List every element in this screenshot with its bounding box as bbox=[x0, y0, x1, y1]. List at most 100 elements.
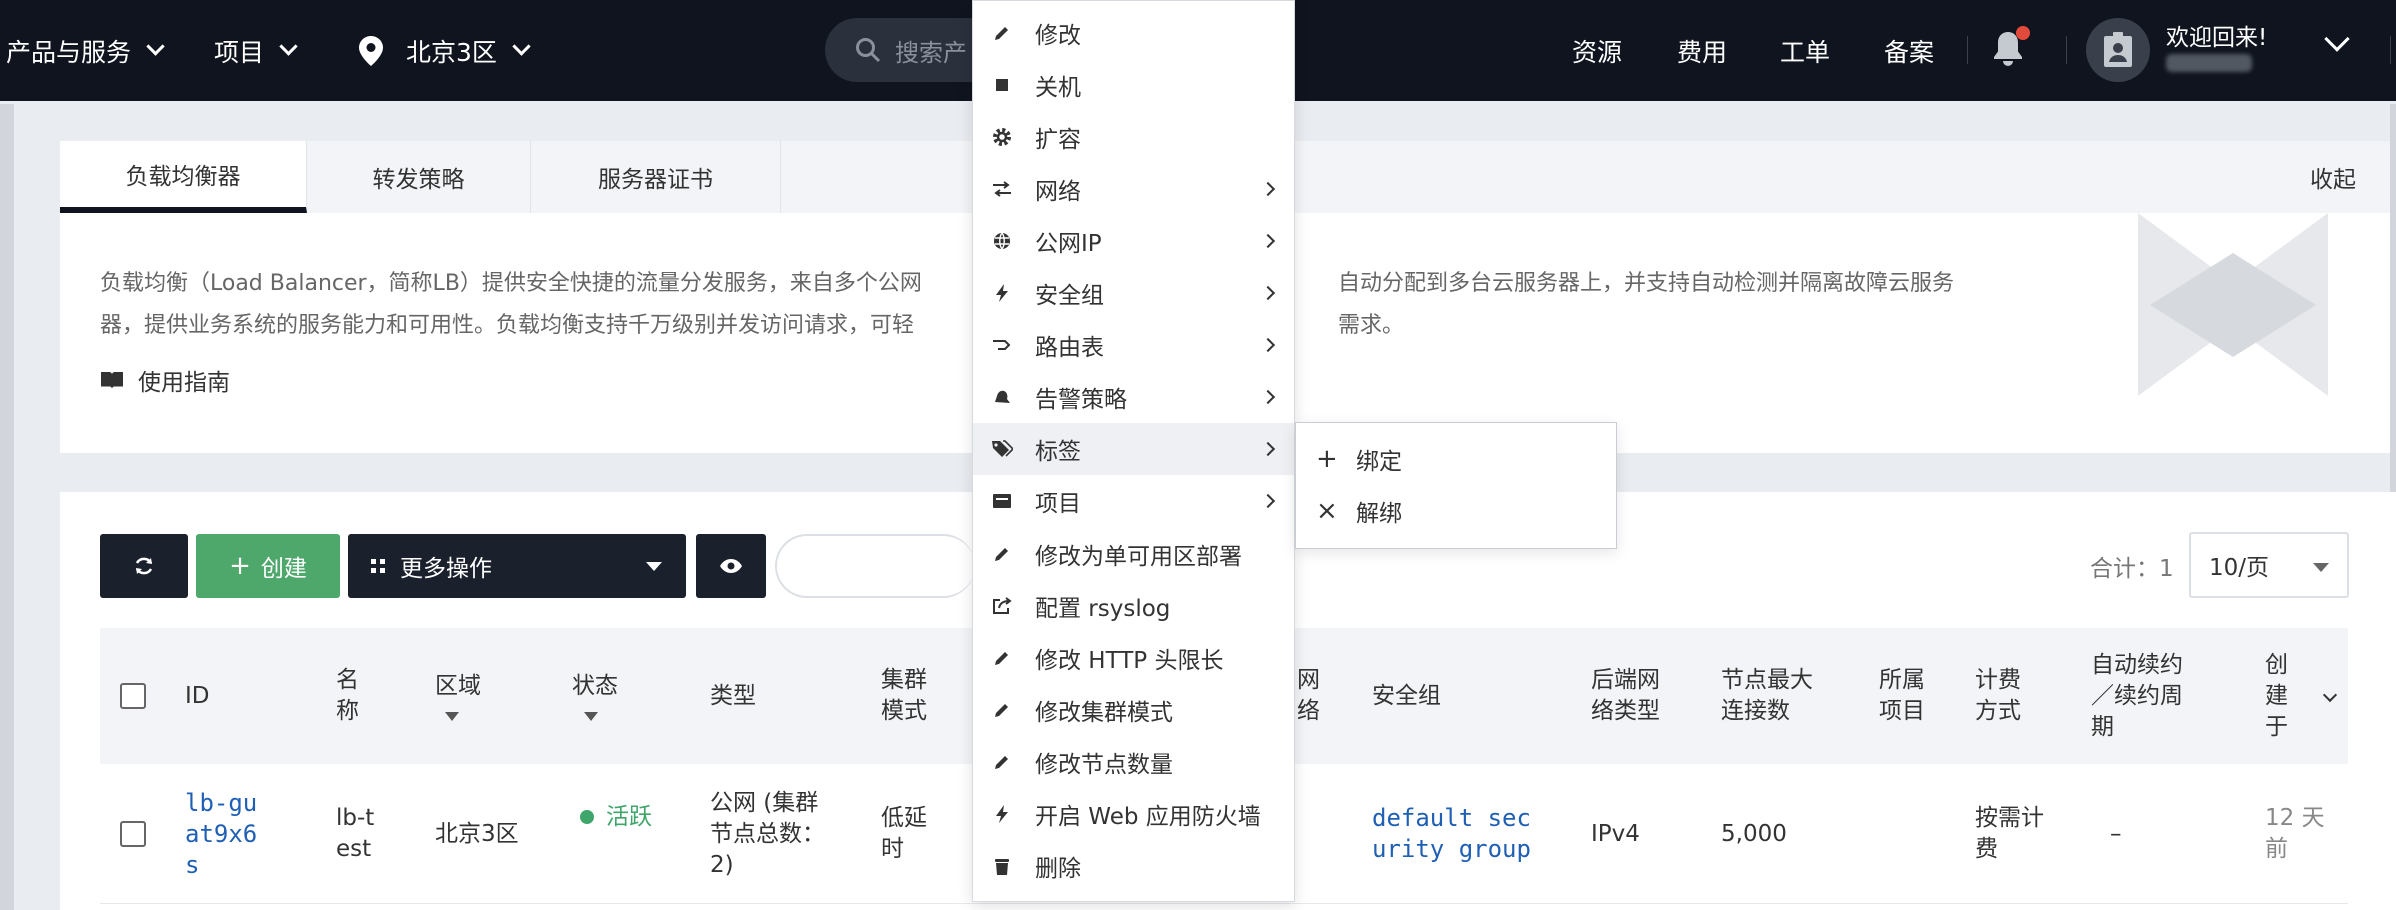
pencil-icon bbox=[991, 751, 1013, 773]
pencil-icon bbox=[991, 22, 1013, 44]
decorative-illustration bbox=[2138, 213, 2328, 396]
username-blurred bbox=[2166, 54, 2252, 72]
eye-icon bbox=[720, 559, 742, 573]
row-checkbox[interactable] bbox=[120, 821, 146, 847]
context-menu: 修改 关机扩容网络公网IP 安全组路由表告警策略 标签 项目修改为单可用区部署配置 rs… bbox=[972, 0, 1295, 902]
col-header-name[interactable]: 名称 bbox=[336, 628, 366, 764]
avatar[interactable] bbox=[2086, 18, 2150, 82]
menu-item-9[interactable]: 项目 bbox=[973, 475, 1294, 527]
chevron-right-icon bbox=[1260, 338, 1276, 353]
nav-link-tickets[interactable]: 工单 bbox=[1780, 0, 1830, 101]
submenu-item-label: 绑定 bbox=[1356, 449, 1402, 475]
col-header-backend-net-type[interactable]: 后端网络类型 bbox=[1591, 628, 1667, 764]
tab-load-balancer[interactable]: 负载均衡器 bbox=[60, 141, 307, 213]
book-icon bbox=[101, 372, 123, 389]
menu-item-label: 修改为单可用区部署 bbox=[1035, 543, 1242, 570]
cell-id[interactable]: lb-guat9x6s bbox=[185, 764, 265, 904]
tab-label: 负载均衡器 bbox=[125, 164, 241, 190]
nav-link-icp[interactable]: 备案 bbox=[1884, 0, 1934, 101]
tab-server-certificate[interactable]: 服务器证书 bbox=[531, 141, 781, 213]
col-header-billing[interactable]: 计费方式 bbox=[1975, 628, 2025, 764]
cell-cluster-mode: 低延时 bbox=[881, 805, 927, 862]
col-header-max-conn[interactable]: 节点最大连接数 bbox=[1721, 628, 1821, 764]
list-search-input[interactable] bbox=[775, 534, 975, 598]
menu-item-0[interactable]: 修改 bbox=[973, 7, 1294, 59]
globe-icon bbox=[991, 230, 1013, 252]
create-button[interactable]: + 创建 bbox=[196, 534, 340, 598]
user-guide-link[interactable]: 使用指南 bbox=[100, 363, 230, 397]
header-label: 名称 bbox=[336, 667, 359, 724]
pencil-icon bbox=[991, 543, 1013, 565]
menu-item-5[interactable]: 安全组 bbox=[973, 267, 1294, 319]
menu-item-label: 公网IP bbox=[1035, 231, 1102, 258]
menu-item-15[interactable]: 开启 Web 应用防火墙 bbox=[973, 788, 1294, 840]
menu-item-4[interactable]: 公网IP bbox=[973, 215, 1294, 267]
nav-link-billing[interactable]: 费用 bbox=[1677, 0, 1727, 101]
products-menu[interactable]: 产品与服务 bbox=[6, 0, 165, 101]
submenu-item-1[interactable]: × 解绑 bbox=[1296, 485, 1616, 537]
sort-caret-icon bbox=[584, 712, 598, 721]
col-header-network[interactable]: 网络 bbox=[1297, 628, 1323, 764]
menu-item-12[interactable]: 修改 HTTP 头限长 bbox=[973, 632, 1294, 684]
cell-created: 12 天前 bbox=[2265, 805, 2325, 862]
header-label: 网络 bbox=[1297, 667, 1320, 724]
menu-item-label: 修改节点数量 bbox=[1035, 751, 1173, 778]
region-selector[interactable]: 北京3区 bbox=[358, 0, 531, 101]
menu-item-10[interactable]: 修改为单可用区部署 bbox=[973, 528, 1294, 580]
status-label: 活跃 bbox=[606, 804, 652, 830]
nav-link-resources[interactable]: 资源 bbox=[1572, 0, 1622, 101]
col-header-status[interactable]: 状态 bbox=[572, 628, 618, 764]
page-size-select[interactable]: 10/页 bbox=[2189, 532, 2349, 598]
submenu-item-0[interactable]: + 绑定 bbox=[1296, 433, 1616, 485]
plus-icon: + bbox=[1316, 444, 1338, 474]
guide-label: 使用指南 bbox=[138, 370, 230, 396]
chevron-down-icon[interactable] bbox=[2322, 687, 2338, 703]
route-icon bbox=[991, 334, 1013, 356]
menu-item-7[interactable]: 告警策略 bbox=[973, 371, 1294, 423]
menu-item-label: 路由表 bbox=[1035, 335, 1104, 362]
col-header-type[interactable]: 类型 bbox=[710, 628, 756, 764]
col-header-project[interactable]: 所属项目 bbox=[1879, 628, 1929, 764]
refresh-button[interactable] bbox=[100, 534, 188, 598]
tab-label: 服务器证书 bbox=[598, 167, 713, 193]
menu-item-label: 开启 Web 应用防火墙 bbox=[1035, 803, 1261, 830]
more-actions-dropdown[interactable]: 更多操作 bbox=[348, 534, 686, 598]
submenu-item-label: 解绑 bbox=[1356, 501, 1402, 527]
divider bbox=[1967, 36, 1968, 64]
stop-icon bbox=[991, 74, 1013, 96]
tag-icon bbox=[991, 438, 1013, 460]
select-all-checkbox[interactable] bbox=[120, 683, 146, 709]
header-label: 创建于 bbox=[2265, 651, 2288, 740]
cell-status: 活跃 bbox=[572, 764, 672, 904]
collapse-button[interactable]: 收起 bbox=[2310, 141, 2356, 213]
tab-forwarding-policy[interactable]: 转发策略 bbox=[307, 141, 531, 213]
menu-item-13[interactable]: 修改集群模式 bbox=[973, 684, 1294, 736]
menu-item-11[interactable]: 配置 rsyslog bbox=[973, 580, 1294, 632]
menu-item-8[interactable]: 标签 bbox=[973, 423, 1294, 476]
grid-icon bbox=[371, 559, 385, 573]
menu-item-2[interactable]: 扩容 bbox=[973, 111, 1294, 163]
col-header-region[interactable]: 区域 bbox=[435, 628, 481, 764]
cell-type: 公网 (集群节点总数：2) bbox=[710, 789, 825, 878]
project-label: 项目 bbox=[214, 37, 265, 67]
bolt-icon bbox=[991, 282, 1013, 304]
col-header-created[interactable]: 创建于 bbox=[2265, 628, 2291, 764]
menu-item-3[interactable]: 网络 bbox=[973, 163, 1294, 215]
col-header-security-group[interactable]: 安全组 bbox=[1372, 628, 1441, 764]
menu-item-16[interactable]: 删除 bbox=[973, 840, 1294, 892]
cell-region: 北京3区 bbox=[435, 820, 519, 847]
column-visibility-button[interactable] bbox=[696, 534, 766, 598]
header-label: 状态 bbox=[572, 673, 618, 699]
col-header-renew[interactable]: 自动续约／续约周期 bbox=[2091, 628, 2191, 764]
project-menu[interactable]: 项目 bbox=[214, 0, 298, 101]
cell-security-group[interactable]: default security group bbox=[1372, 764, 1532, 904]
col-header-id[interactable]: ID bbox=[185, 628, 210, 764]
menu-item-label: 扩容 bbox=[1035, 127, 1081, 154]
nav-link-label: 备案 bbox=[1884, 37, 1935, 67]
menu-item-6[interactable]: 路由表 bbox=[973, 319, 1294, 371]
menu-item-1[interactable]: 关机 bbox=[973, 59, 1294, 111]
bolt-icon bbox=[991, 803, 1013, 825]
menu-item-14[interactable]: 修改节点数量 bbox=[973, 736, 1294, 788]
chevron-down-icon[interactable] bbox=[2324, 26, 2350, 52]
col-header-cluster-mode[interactable]: 集群模式 bbox=[881, 628, 931, 764]
